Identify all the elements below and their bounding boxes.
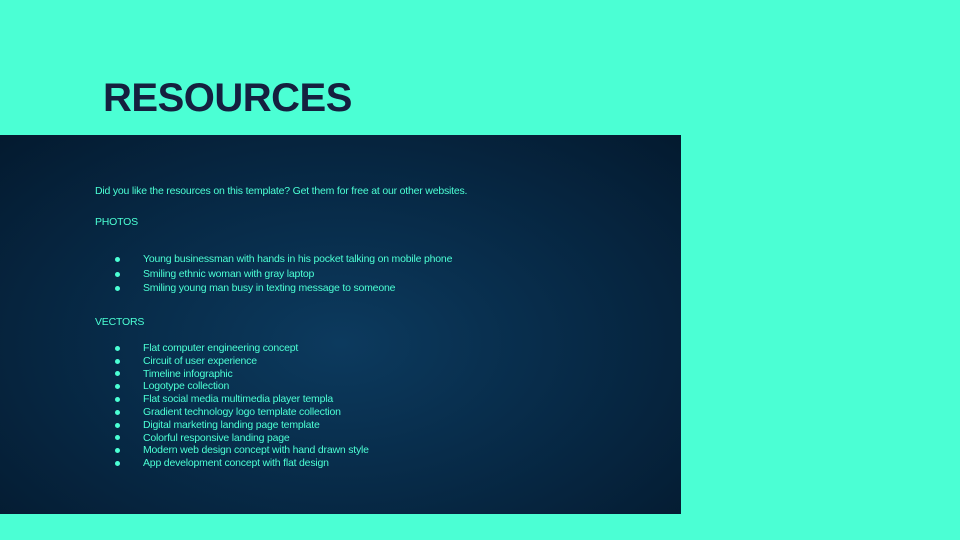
vectors-list: Flat computer engineering concept Circui…	[110, 342, 369, 470]
link-text[interactable]: Timeline infographic	[143, 368, 233, 380]
photos-heading: PHOTOS	[95, 216, 138, 228]
link-text[interactable]: App development concept with flat design	[143, 457, 329, 469]
link-text[interactable]: Gradient technology logo template collec…	[143, 406, 341, 418]
link-text[interactable]: Young businessman with hands in his pock…	[143, 253, 452, 265]
list-item: App development concept with flat design	[110, 457, 369, 470]
list-item: Smiling ethnic woman with gray laptop	[110, 267, 452, 282]
list-item: Flat social media multimedia player temp…	[110, 393, 369, 406]
list-item: Colorful responsive landing page	[110, 432, 369, 445]
bullet-icon	[115, 256, 120, 262]
list-item: Gradient technology logo template collec…	[110, 406, 369, 419]
bullet-icon	[115, 271, 120, 277]
link-text[interactable]: Flat computer engineering concept	[143, 342, 298, 354]
resources-panel: Did you like the resources on this templ…	[0, 135, 681, 514]
photos-list: Young businessman with hands in his pock…	[110, 252, 452, 296]
link-text[interactable]: Logotype collection	[143, 380, 229, 392]
list-item: Logotype collection	[110, 380, 369, 393]
link-text[interactable]: Flat social media multimedia player temp…	[143, 393, 333, 405]
link-text[interactable]: Circuit of user experience	[143, 355, 257, 367]
bullet-icon	[115, 397, 120, 403]
list-item: Smiling young man busy in texting messag…	[110, 281, 452, 296]
bullet-icon	[115, 435, 120, 441]
list-item: Young businessman with hands in his pock…	[110, 252, 452, 267]
bullet-icon	[115, 371, 120, 377]
intro-text: Did you like the resources on this templ…	[95, 185, 468, 197]
list-item: Modern web design concept with hand draw…	[110, 444, 369, 457]
bullet-icon	[115, 422, 120, 428]
list-item: Flat computer engineering concept	[110, 342, 369, 355]
bullet-icon	[115, 345, 120, 351]
bullet-icon	[115, 409, 120, 415]
bullet-icon	[115, 358, 120, 364]
vectors-heading: VECTORS	[95, 316, 145, 328]
list-item: Digital marketing landing page template	[110, 419, 369, 432]
bullet-icon	[115, 448, 120, 454]
link-text[interactable]: Smiling young man busy in texting messag…	[143, 282, 395, 294]
bullet-icon	[115, 384, 120, 390]
list-item: Timeline infographic	[110, 368, 369, 381]
link-text[interactable]: Colorful responsive landing page	[143, 432, 290, 444]
link-text[interactable]: Smiling ethnic woman with gray laptop	[143, 268, 314, 280]
link-text[interactable]: Modern web design concept with hand draw…	[143, 444, 369, 456]
bullet-icon	[115, 461, 120, 467]
bullet-icon	[115, 286, 120, 292]
slide-title: RESOURCES	[103, 76, 352, 120]
list-item: Circuit of user experience	[110, 355, 369, 368]
link-text[interactable]: Digital marketing landing page template	[143, 419, 320, 431]
